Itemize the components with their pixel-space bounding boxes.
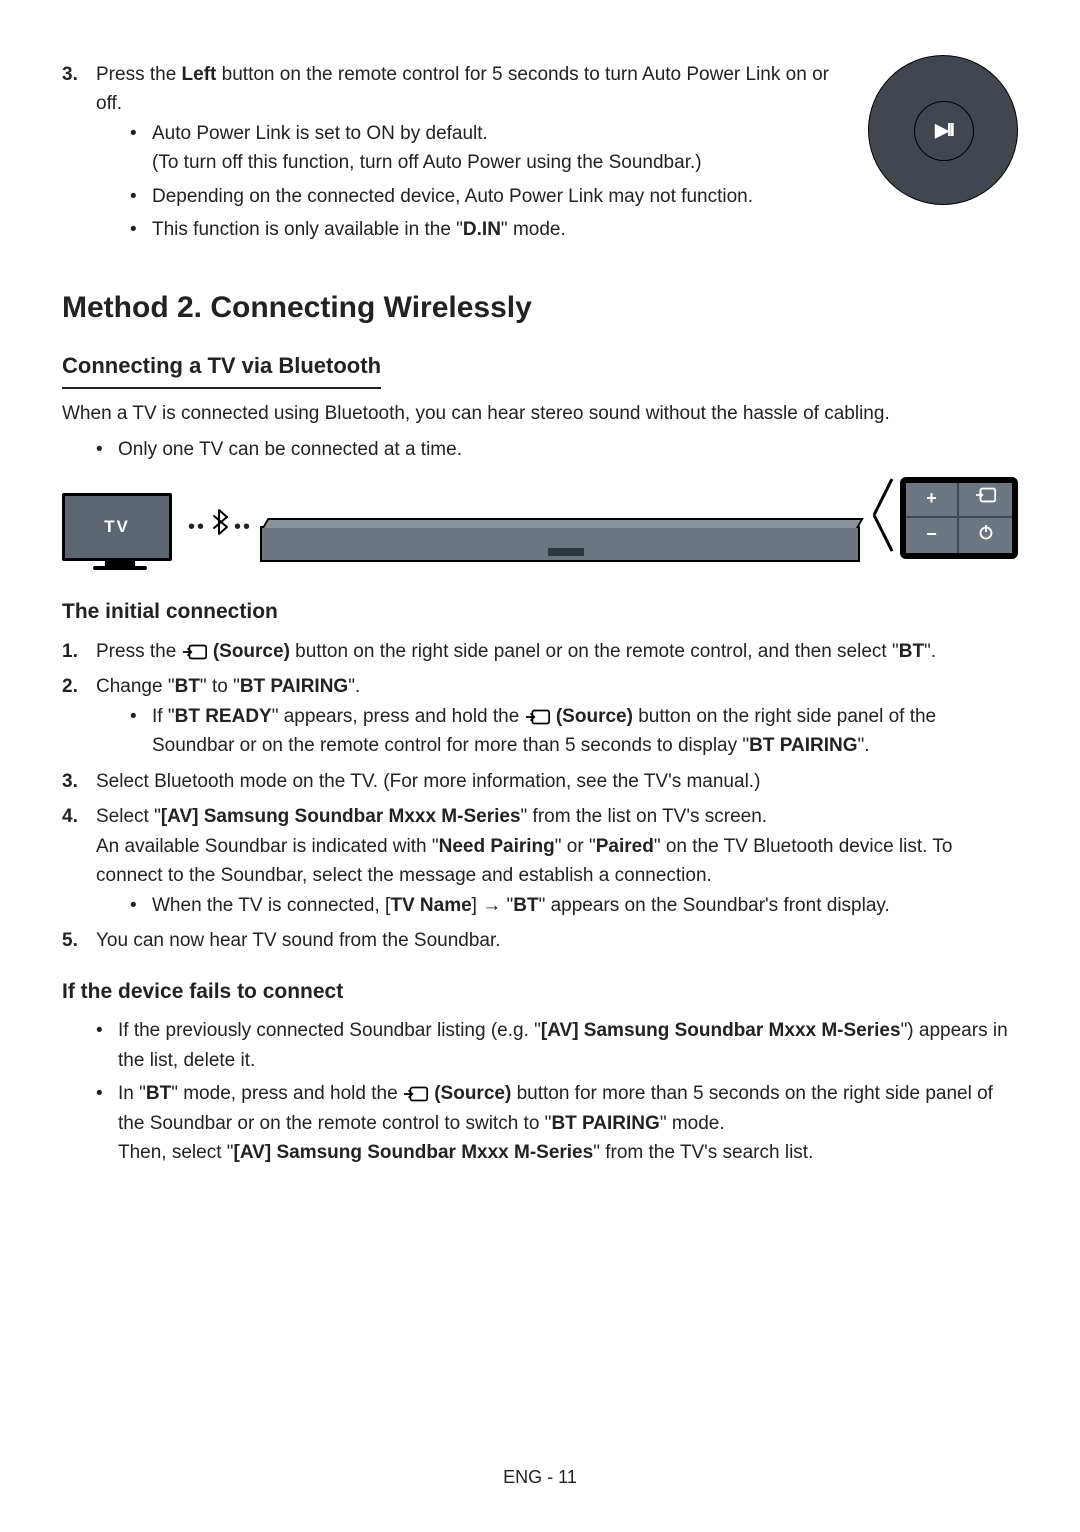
fail-list: If the previously connected Soundbar lis… xyxy=(62,1016,1018,1167)
step-3-sublist: Auto Power Link is set to ON by default.… xyxy=(96,119,838,245)
top-section: 3. Press the Left button on the remote c… xyxy=(62,60,1018,251)
minus-icon: − xyxy=(926,521,937,549)
bluetooth-icon xyxy=(210,508,230,546)
step-3: 3. Press the Left button on the remote c… xyxy=(62,60,838,245)
remote-illustration: ▶II xyxy=(858,60,1018,200)
step-5-num: 5. xyxy=(62,926,78,955)
side-panel: + − xyxy=(900,477,1018,559)
step-4: 4. Select "[AV] Samsung Soundbar Mxxx M-… xyxy=(62,802,1018,920)
panel-volume-down: − xyxy=(906,518,959,553)
step-4-sublist: When the TV is connected, [TV Name] → "B… xyxy=(96,891,1018,920)
plus-icon: + xyxy=(926,485,937,513)
connection-diagram: TV •• •• + − xyxy=(62,482,1018,572)
heading-fails-to-connect: If the device fails to connect xyxy=(62,976,1018,1009)
step-3-sub-2: Depending on the connected device, Auto … xyxy=(130,182,838,211)
step-3-text: Press the Left button on the remote cont… xyxy=(96,64,829,114)
step-3-block: 3. Press the Left button on the remote c… xyxy=(62,60,858,251)
tv-illustration: TV xyxy=(62,493,172,561)
soundbar-body xyxy=(260,526,860,562)
step-4-num: 4. xyxy=(62,802,78,831)
remote-center-button: ▶II xyxy=(914,101,974,161)
step-3-num: 3. xyxy=(62,60,78,89)
page-footer: ENG - 11 xyxy=(0,1464,1080,1492)
bluetooth-intro-bullet: Only one TV can be connected at a time. xyxy=(96,435,1018,464)
step-3-sub-3: This function is only available in the "… xyxy=(130,215,838,244)
tv-label: TV xyxy=(104,514,130,540)
fail-bullet-1: If the previously connected Soundbar lis… xyxy=(96,1016,1018,1075)
panel-power xyxy=(959,518,1012,553)
heading-method-2: Method 2. Connecting Wirelessly xyxy=(62,285,1018,332)
heading-initial-connection: The initial connection xyxy=(62,596,1018,629)
soundbar-illustration: + − xyxy=(260,492,1018,562)
step-1-num: 1. xyxy=(62,637,78,666)
power-icon xyxy=(978,521,994,549)
step-4-line2: An available Soundbar is indicated with … xyxy=(96,832,1018,891)
bluetooth-intro-list: Only one TV can be connected at a time. xyxy=(62,435,1018,464)
fail-bullet-2: In "BT" mode, press and hold the (Source… xyxy=(96,1079,1018,1168)
step-2-sub: If "BT READY" appears, press and hold th… xyxy=(130,702,1018,761)
step-5: 5. You can now hear TV sound from the So… xyxy=(62,926,1018,955)
initial-connection-steps: 1. Press the (Source) button on the righ… xyxy=(62,637,1018,956)
source-icon xyxy=(525,702,551,731)
soundbar-top-face xyxy=(262,518,864,528)
step-4-sub: When the TV is connected, [TV Name] → "B… xyxy=(130,891,1018,920)
step-1: 1. Press the (Source) button on the righ… xyxy=(62,637,1018,667)
step-2: 2. Change "BT" to "BT PAIRING". If "BT R… xyxy=(62,672,1018,761)
play-pause-icon: ▶II xyxy=(935,117,953,145)
step-2-num: 2. xyxy=(62,672,78,701)
panel-volume-up: + xyxy=(906,483,959,518)
bluetooth-link: •• •• xyxy=(188,508,252,546)
source-icon xyxy=(403,1079,429,1108)
step-3-sub-1: Auto Power Link is set to ON by default.… xyxy=(130,119,838,178)
step-3b-num: 3. xyxy=(62,767,78,796)
bluetooth-intro: When a TV is connected using Bluetooth, … xyxy=(62,399,1018,428)
remote-dpad: ▶II xyxy=(868,55,1018,205)
soundbar-display xyxy=(548,548,584,556)
callout-bracket xyxy=(872,473,900,562)
source-icon xyxy=(182,637,208,666)
side-panel-callout: + − xyxy=(872,473,1018,562)
source-icon xyxy=(975,485,997,513)
heading-connecting-bluetooth: Connecting a TV via Bluetooth xyxy=(62,349,381,389)
panel-source xyxy=(959,483,1012,518)
step-3b: 3. Select Bluetooth mode on the TV. (For… xyxy=(62,767,1018,796)
step-2-sublist: If "BT READY" appears, press and hold th… xyxy=(96,702,1018,761)
fail-bullet-2-then: Then, select "[AV] Samsung Soundbar Mxxx… xyxy=(118,1138,1018,1167)
